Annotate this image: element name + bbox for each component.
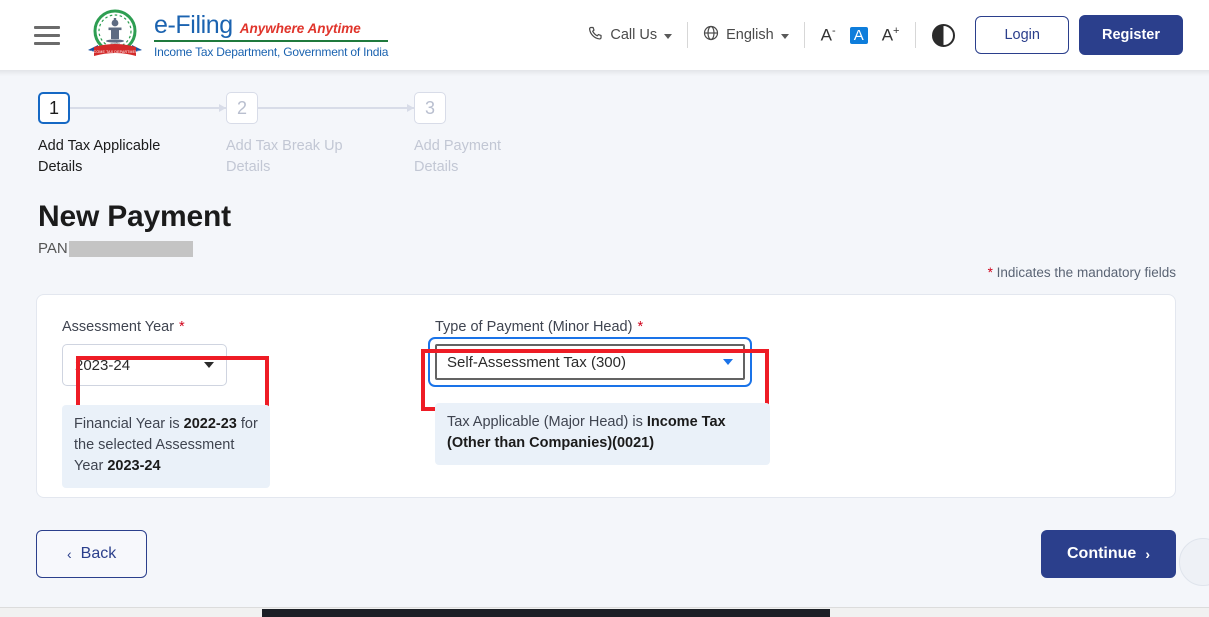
page-title: New Payment [38, 200, 231, 233]
site-logo[interactable]: सत्यमेव INCOME TAX DEPARTMENT e-Filing A… [86, 8, 388, 62]
assessment-year-value: 2023-24 [75, 356, 131, 374]
step-2-label: Add Tax Break Up Details [226, 138, 343, 175]
horizontal-scrollbar[interactable] [0, 607, 1209, 617]
pan-label: PAN [38, 240, 68, 257]
step-3-label: Add Payment Details [414, 138, 502, 175]
logo-text: e-Filing Anywhere Anytime Income Tax Dep… [154, 10, 389, 59]
continue-button-label: Continue [1067, 545, 1137, 562]
help-chat-widget[interactable] [1179, 538, 1209, 586]
back-button-label: Back [80, 545, 117, 562]
continue-button[interactable]: Continue › [1041, 530, 1176, 578]
hamburger-bar [34, 41, 60, 45]
minor-head-field: Type of Payment (Minor Head) * Self-Asses… [421, 319, 769, 411]
required-asterisk: * [179, 319, 185, 335]
svg-text:INCOME TAX DEPARTMENT: INCOME TAX DEPARTMENT [90, 50, 141, 54]
register-button[interactable]: Register [1078, 15, 1183, 55]
scrollbar-thumb[interactable] [262, 609, 830, 617]
chevron-down-icon [723, 359, 733, 365]
step-1-label: Add Tax Applicable Details [38, 138, 161, 175]
font-decrease-button[interactable]: A- [821, 26, 836, 44]
chevron-down-icon [664, 33, 673, 39]
minor-head-value: Self-Assessment Tax (300) [447, 353, 626, 371]
required-asterisk: * [637, 319, 644, 335]
hamburger-menu-icon[interactable] [34, 25, 60, 45]
hamburger-bar [34, 25, 60, 29]
minor-head-select[interactable]: Self-Assessment Tax (300) [435, 344, 745, 380]
font-normal-button[interactable]: A [849, 26, 868, 44]
contrast-toggle-icon[interactable] [932, 23, 956, 47]
login-button[interactable]: Login [975, 16, 1069, 54]
header-actions: Call Us English A- A A+ Login Register [573, 15, 1183, 55]
hamburger-bar [34, 33, 60, 37]
chevron-down-icon [780, 33, 789, 39]
back-button[interactable]: ‹ Back [36, 530, 148, 578]
income-tax-department-emblem-icon: सत्यमेव INCOME TAX DEPARTMENT [86, 8, 144, 62]
form-actions: ‹ Back Continue › [36, 530, 1176, 578]
font-increase-button[interactable]: A+ [882, 26, 900, 44]
font-size-controls: A- A A+ [805, 26, 916, 44]
tax-applicable-details-card: Assessment Year * 2023-24 Financial Year … [36, 294, 1176, 498]
logo-title: e-Filing [154, 10, 233, 39]
chevron-left-icon: ‹ [67, 546, 72, 562]
progress-stepper: 1 Add Tax Applicable Details 2 Add Tax B… [0, 70, 1209, 178]
assessment-year-field: Assessment Year * 2023-24 [62, 319, 269, 418]
step-connector [258, 105, 414, 111]
pan-value-redacted [68, 240, 193, 257]
mandatory-fields-note: * Indicates the mandatory fields [0, 265, 1176, 280]
globe-icon [703, 25, 719, 45]
step-3-number: 3 [414, 92, 446, 124]
assessment-year-select-wrapper: 2023-24 [62, 344, 227, 386]
financial-year-hint: Financial Year is 2022-23 for the select… [62, 405, 270, 488]
hint-assessment-year-value: 2023-24 [107, 458, 161, 474]
phone-icon [588, 26, 603, 45]
site-header: सत्यमेव INCOME TAX DEPARTMENT e-Filing A… [0, 0, 1209, 76]
pan-row: PAN [38, 240, 1209, 257]
step-1-number: 1 [38, 92, 70, 124]
major-head-hint: Tax Applicable (Major Head) is Income Ta… [435, 403, 770, 465]
chevron-right-icon: › [1145, 546, 1150, 562]
step-2-number: 2 [226, 92, 258, 124]
mandatory-note-text: Indicates the mandatory fields [992, 265, 1176, 280]
step-connector [70, 105, 226, 111]
call-us-dropdown[interactable]: Call Us [573, 26, 687, 45]
logo-subtitle: Income Tax Department, Government of Ind… [154, 44, 389, 59]
step-2-add-tax-break-up-details[interactable]: 2 Add Tax Break Up Details [226, 92, 414, 178]
assessment-year-label: Assessment Year * [62, 319, 185, 335]
logo-tagline: Anywhere Anytime [239, 20, 361, 36]
step-3-add-payment-details[interactable]: 3 Add Payment Details [414, 92, 544, 178]
minor-head-select-wrapper: Self-Assessment Tax (300) [428, 337, 752, 387]
chevron-down-icon [204, 362, 214, 368]
assessment-year-select[interactable]: 2023-24 [62, 344, 227, 386]
call-us-label: Call Us [610, 27, 658, 43]
minor-head-label: Type of Payment (Minor Head) * [435, 319, 644, 335]
language-label: English [726, 27, 774, 43]
divider [915, 22, 917, 48]
hint-financial-year-value: 2022-23 [183, 416, 237, 432]
step-1-add-tax-applicable-details[interactable]: 1 Add Tax Applicable Details [38, 92, 226, 178]
language-dropdown[interactable]: English [688, 25, 804, 45]
